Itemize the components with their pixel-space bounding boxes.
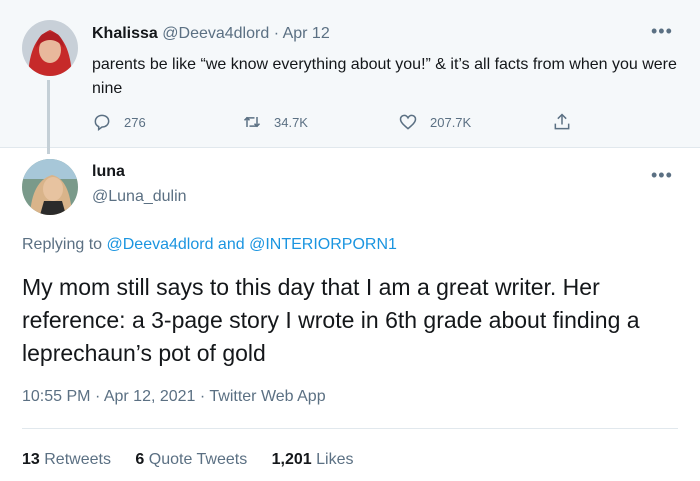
share-button[interactable]	[552, 112, 584, 132]
like-count: 207.7K	[430, 114, 472, 130]
parent-tweet[interactable]: Khalissa @Deeva4dlord · Apr 12 ••• paren…	[0, 0, 700, 154]
retweet-count: 34.7K	[274, 114, 308, 130]
share-icon	[554, 113, 570, 130]
retweet-button[interactable]: 34.7K	[242, 112, 308, 132]
mention-link[interactable]: @INTERIORPORN1	[249, 236, 397, 253]
user-handle[interactable]: @Deeva4dlord	[162, 25, 269, 42]
replying-prefix: Replying to	[22, 236, 103, 253]
mention-link[interactable]: @Deeva4dlord	[107, 236, 214, 253]
replying-and: and	[217, 236, 245, 253]
retweets-label: Retweets	[44, 451, 111, 468]
avatar[interactable]	[22, 159, 78, 215]
like-button[interactable]: 207.7K	[398, 112, 471, 132]
likes-stat[interactable]: 1,201 Likes	[272, 451, 354, 469]
reply-button[interactable]: 276	[92, 112, 146, 132]
more-dots-icon[interactable]: •••	[651, 22, 673, 40]
tweet-source[interactable]: Twitter Web App	[209, 388, 325, 405]
tweet-stats: 13 Retweets 6 Quote Tweets 1,201 Likes	[22, 451, 374, 469]
tweet-text: My mom still says to this day that I am …	[22, 274, 640, 366]
reply-icon	[94, 114, 110, 131]
display-name[interactable]: luna	[92, 163, 125, 181]
tweet-actions: 276 34.7K 207.7K	[92, 112, 612, 136]
tweet-time[interactable]: 10:55 PM	[22, 388, 90, 405]
quote-tweets-stat[interactable]: 6 Quote Tweets	[135, 451, 247, 469]
separator: ·	[273, 25, 280, 42]
likes-count: 1,201	[271, 451, 312, 468]
likes-label: Likes	[316, 451, 354, 468]
user-handle[interactable]: @Luna_dulin	[92, 188, 187, 206]
retweet-icon	[243, 116, 261, 128]
heart-icon	[399, 114, 417, 130]
quotes-count: 6	[135, 451, 145, 468]
quotes-label: Quote Tweets	[148, 451, 248, 468]
display-name[interactable]: Khalissa	[92, 25, 158, 42]
separator: ·	[199, 388, 206, 405]
tweet-meta: 10:55 PM · Apr 12, 2021 · Twitter Web Ap…	[22, 388, 326, 406]
replying-to: Replying to @Deeva4dlord and @INTERIORPO…	[22, 236, 397, 254]
avatar[interactable]	[22, 20, 78, 76]
tweet-date[interactable]: Apr 12	[283, 25, 330, 42]
divider	[22, 428, 678, 429]
retweets-stat[interactable]: 13 Retweets	[22, 451, 111, 469]
retweets-count: 13	[22, 451, 40, 468]
thread-line	[47, 80, 50, 154]
reply-count: 276	[124, 114, 146, 130]
separator: ·	[94, 388, 101, 405]
tweet-header: Khalissa @Deeva4dlord · Apr 12	[92, 25, 330, 43]
more-dots-icon[interactable]: •••	[651, 166, 673, 184]
tweet-text: parents be like “we know everything abou…	[92, 56, 677, 97]
tweet-date[interactable]: Apr 12, 2021	[104, 388, 196, 405]
